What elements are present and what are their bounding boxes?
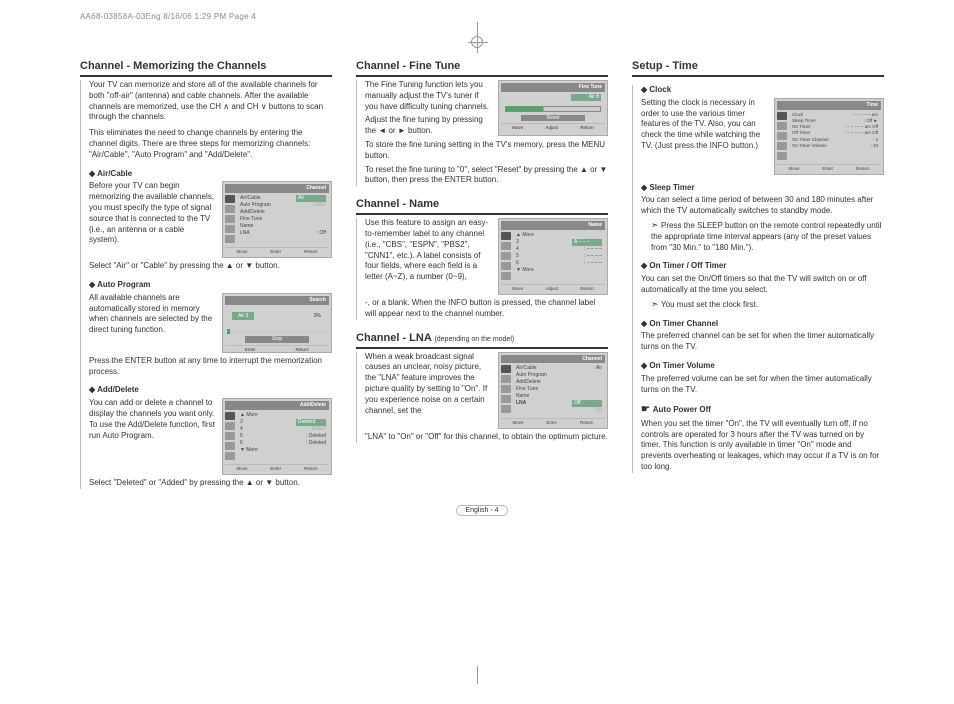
- heading: Channel - LNA (depending on the model): [356, 332, 608, 349]
- page-number: English - 4: [80, 507, 884, 514]
- subheading-aircable: Air/Cable: [89, 169, 332, 180]
- heading: Setup - Time: [632, 60, 884, 77]
- section-name: Channel - Name Use this feature to assig…: [356, 198, 608, 319]
- paragraph: "LNA" to "On" or "Off" for this channel,…: [365, 432, 608, 443]
- paragraph: You can select a time period of between …: [641, 195, 884, 217]
- page-content: Channel - Memorizing the Channels Your T…: [80, 60, 884, 489]
- subheading-autopower: Auto Power Off: [641, 403, 884, 417]
- menu-icon: [225, 225, 235, 233]
- menu-icon: [225, 205, 235, 213]
- print-slug: AA68-03858A-03Eng 8/16/06 1:29 PM Page 4: [80, 12, 256, 21]
- column-1: Channel - Memorizing the Channels Your T…: [80, 60, 332, 489]
- crop-mark: [477, 666, 478, 684]
- paragraph: Select "Deleted" or "Added" by pressing …: [89, 478, 332, 489]
- tv-icon: [225, 195, 235, 203]
- osd-finetune: Fine Tune Air 8 Reset MoveAdjustReturn: [498, 80, 608, 136]
- menu-icon: [225, 432, 235, 440]
- paragraph: Before your TV can begin memorizing the …: [89, 181, 216, 246]
- osd-title: Fine Tune: [501, 83, 605, 92]
- tv-icon: [777, 112, 787, 120]
- menu-icon: [225, 235, 235, 243]
- paragraph: Use this feature to assign an easy-to-re…: [365, 218, 492, 283]
- paragraph: You can set the On/Off timers so that th…: [641, 274, 884, 296]
- osd-title: Add/Delete: [225, 401, 329, 410]
- osd-name: Name ▲ More 3A – – – 4: – – – – 5: – – –…: [498, 218, 608, 295]
- section-memorizing: Channel - Memorizing the Channels Your T…: [80, 60, 332, 489]
- paragraph: The preferred volume can be set for when…: [641, 374, 884, 396]
- menu-icon: [225, 442, 235, 450]
- subheading-adddelete: Add/Delete: [89, 385, 332, 396]
- paragraph: Select "Air" or "Cable" by pressing the …: [89, 261, 332, 272]
- menu-icon: [225, 422, 235, 430]
- paragraph: Adjust the fine tuning by pressing the ◄…: [365, 115, 492, 137]
- note: Press the SLEEP button on the remote con…: [641, 219, 884, 253]
- paragraph: When a weak broadcast signal causes an u…: [365, 352, 492, 417]
- tv-icon: [501, 232, 511, 240]
- paragraph: To reset the fine tuning to "0", select …: [365, 165, 608, 187]
- register-mark: [471, 36, 483, 48]
- section-time: Setup - Time Clock Setting the clock is …: [632, 60, 884, 473]
- menu-icon: [225, 215, 235, 223]
- osd-lna: Channel Air/Cable: Air Auto Program Add/…: [498, 352, 608, 430]
- paragraph: To store the fine tuning setting in the …: [365, 140, 608, 162]
- column-3: Setup - Time Clock Setting the clock is …: [632, 60, 884, 489]
- osd-channel-menu: Channel Air/CableAir Auto ProgramCable A…: [222, 181, 332, 258]
- osd-time: Time Clock: – – : – – am Sleep Timer: Of…: [774, 98, 884, 175]
- heading: Channel - Name: [356, 198, 608, 215]
- section-finetune: Channel - Fine Tune The Fine Tuning func…: [356, 60, 608, 186]
- paragraph: The Fine Tuning function lets you manual…: [365, 80, 492, 112]
- subheading-timervolume: On Timer Volume: [641, 361, 884, 372]
- tv-icon: [501, 365, 511, 373]
- osd-title: Search: [225, 296, 329, 305]
- subheading-sleep: Sleep Timer: [641, 183, 884, 194]
- subheading-clock: Clock: [641, 85, 884, 96]
- subheading-autoprogram: Auto Program: [89, 280, 332, 291]
- subheading-timerchannel: On Timer Channel: [641, 319, 884, 330]
- paragraph: Your TV can memorize and store all of th…: [89, 80, 332, 123]
- paragraph: -, or a blank. When the INFO button is p…: [365, 298, 608, 320]
- heading: Channel - Fine Tune: [356, 60, 608, 77]
- osd-adddelete: Add/Delete ▲ More 3Deleted 4: Added 5: D…: [222, 398, 332, 475]
- stop-button: Stop: [245, 336, 309, 343]
- progress-bar: [227, 329, 327, 334]
- osd-search: Search Air 3 3% Stop EnterReturn: [222, 293, 332, 353]
- paragraph: Setting the clock is necessary in order …: [641, 98, 768, 152]
- subheading-onoff: On Timer / Off Timer: [641, 261, 884, 272]
- osd-title: Channel: [225, 184, 329, 193]
- section-body: Your TV can memorize and store all of th…: [80, 80, 332, 489]
- paragraph: When you set the timer "On", the TV will…: [641, 419, 884, 473]
- heading: Channel - Memorizing the Channels: [80, 60, 332, 77]
- paragraph: The preferred channel can be set for whe…: [641, 331, 884, 353]
- menu-icon: [225, 452, 235, 460]
- note: You must set the clock first.: [641, 298, 884, 311]
- column-2: Channel - Fine Tune The Fine Tuning func…: [356, 60, 608, 489]
- paragraph: You can add or delete a channel to displ…: [89, 398, 216, 441]
- paragraph: Press the ENTER button at any time to in…: [89, 356, 332, 378]
- paragraph: This eliminates the need to change chann…: [89, 128, 332, 160]
- paragraph: All available channels are automatically…: [89, 293, 216, 336]
- section-lna: Channel - LNA (depending on the model) W…: [356, 332, 608, 444]
- tune-bar: [505, 106, 601, 112]
- tv-icon: [225, 412, 235, 420]
